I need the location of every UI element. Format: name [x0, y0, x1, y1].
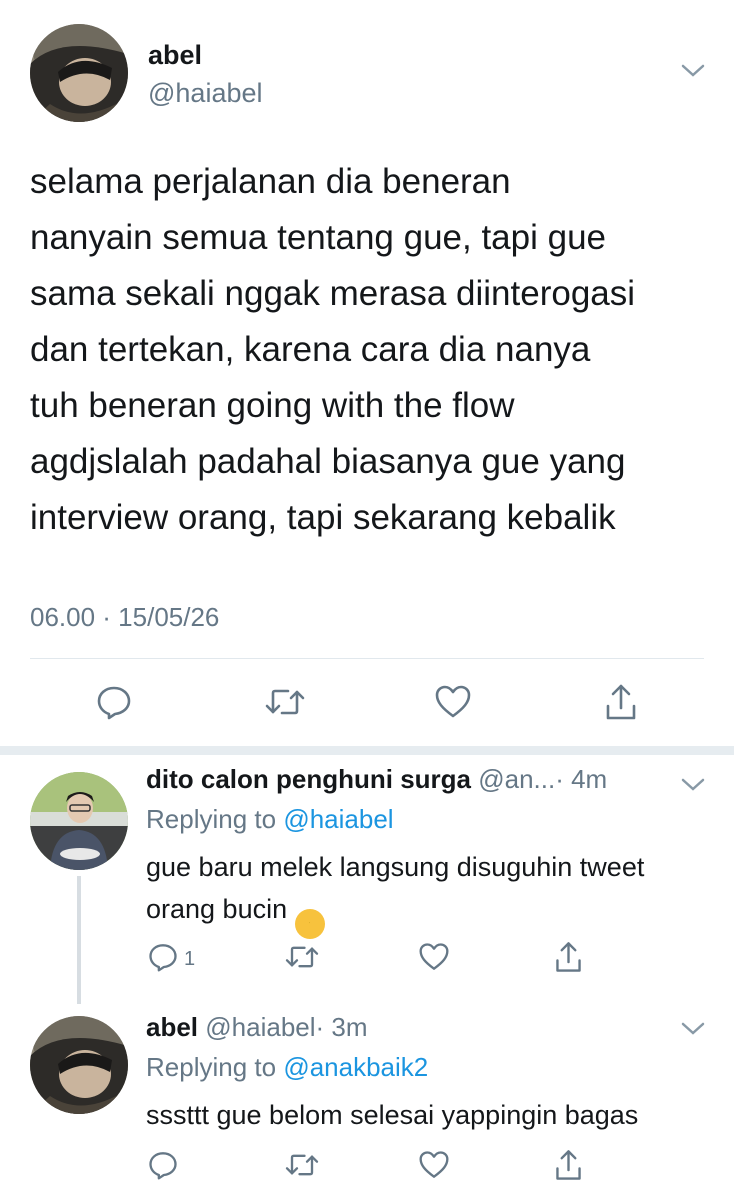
share-icon[interactable]: [604, 682, 638, 722]
replying-to-label: Replying to: [146, 1052, 284, 1082]
retweet-icon[interactable]: [284, 1150, 320, 1180]
replying-to: Replying to @haiabel: [146, 804, 394, 835]
tweet-text-line: selama perjalanan dia beneran: [30, 162, 511, 201]
replying-to-label: Replying to: [146, 804, 284, 834]
author-handle[interactable]: @haiabel: [148, 78, 263, 109]
tweet-text-line: agdjslalah padahal biasanya gue yang: [30, 442, 626, 481]
tweet-text-line: sama sekali nggak merasa diinterogasi: [30, 274, 636, 313]
tweet-text-line: dan tertekan, karena cara dia nanya: [30, 330, 591, 369]
section-divider: [0, 746, 734, 755]
share-icon[interactable]: [554, 1148, 583, 1182]
chevron-down-icon[interactable]: [680, 1020, 706, 1038]
reply-text: gue baru melek langsung disuguhin tweet …: [146, 846, 716, 939]
like-icon[interactable]: [418, 942, 450, 972]
avatar[interactable]: [30, 772, 128, 870]
replying-to: Replying to @anakbaik2: [146, 1052, 428, 1083]
tweet-timestamp[interactable]: 06.00 · 15/05/26: [30, 602, 219, 633]
reply-time[interactable]: · 4m: [555, 764, 607, 794]
reply-count: 1: [184, 948, 196, 970]
reply-text-segment: orang bucin: [146, 894, 288, 924]
reply-time[interactable]: · 3m: [316, 1012, 368, 1042]
divider: [30, 658, 704, 659]
thread-line: [77, 876, 81, 1004]
reply-text-line: orang bucin 🥱: [146, 888, 716, 939]
reply-header: abel @haiabel· 3m: [146, 1012, 368, 1043]
reply-author-handle[interactable]: @haiabel: [205, 1012, 315, 1042]
chevron-down-icon[interactable]: [680, 62, 706, 80]
retweet-icon[interactable]: [284, 942, 320, 972]
reply-header: dito calon penghuni surga @an...· 4m: [146, 764, 607, 795]
tweet-text-line: nanyain semua tentang gue, tapi gue: [30, 218, 606, 257]
like-icon[interactable]: [434, 684, 472, 720]
tweet-text-line: tuh beneran going with the flow: [30, 386, 515, 425]
avatar[interactable]: [30, 24, 128, 122]
reply-icon[interactable]: [148, 1150, 178, 1180]
chevron-down-icon[interactable]: [680, 776, 706, 794]
tweet-text-line: interview orang, tapi sekarang kebalik: [30, 498, 616, 537]
share-icon[interactable]: [554, 940, 583, 974]
like-icon[interactable]: [418, 1150, 450, 1180]
reply-text: sssttt gue belom selesai yappingin bagas: [146, 1094, 716, 1136]
reply-text-line: sssttt gue belom selesai yappingin bagas: [146, 1100, 639, 1130]
reply-text-line: gue baru melek langsung disuguhin tweet: [146, 852, 645, 882]
reply-icon[interactable]: [96, 684, 132, 720]
tweet-text: selama perjalanan dia beneran nanyain se…: [30, 154, 720, 546]
replying-to-link[interactable]: @haiabel: [283, 804, 393, 834]
reply-author-handle[interactable]: @an...: [478, 764, 555, 794]
avatar[interactable]: [30, 1016, 128, 1114]
retweet-icon[interactable]: [264, 684, 306, 720]
reply-author-name[interactable]: abel: [146, 1012, 198, 1042]
yawning-face-emoji: 🥱: [294, 909, 325, 939]
author-name[interactable]: abel: [148, 40, 202, 71]
reply-icon[interactable]: [148, 942, 178, 972]
reply-author-name[interactable]: dito calon penghuni surga: [146, 764, 471, 794]
replying-to-link[interactable]: @anakbaik2: [283, 1052, 428, 1082]
